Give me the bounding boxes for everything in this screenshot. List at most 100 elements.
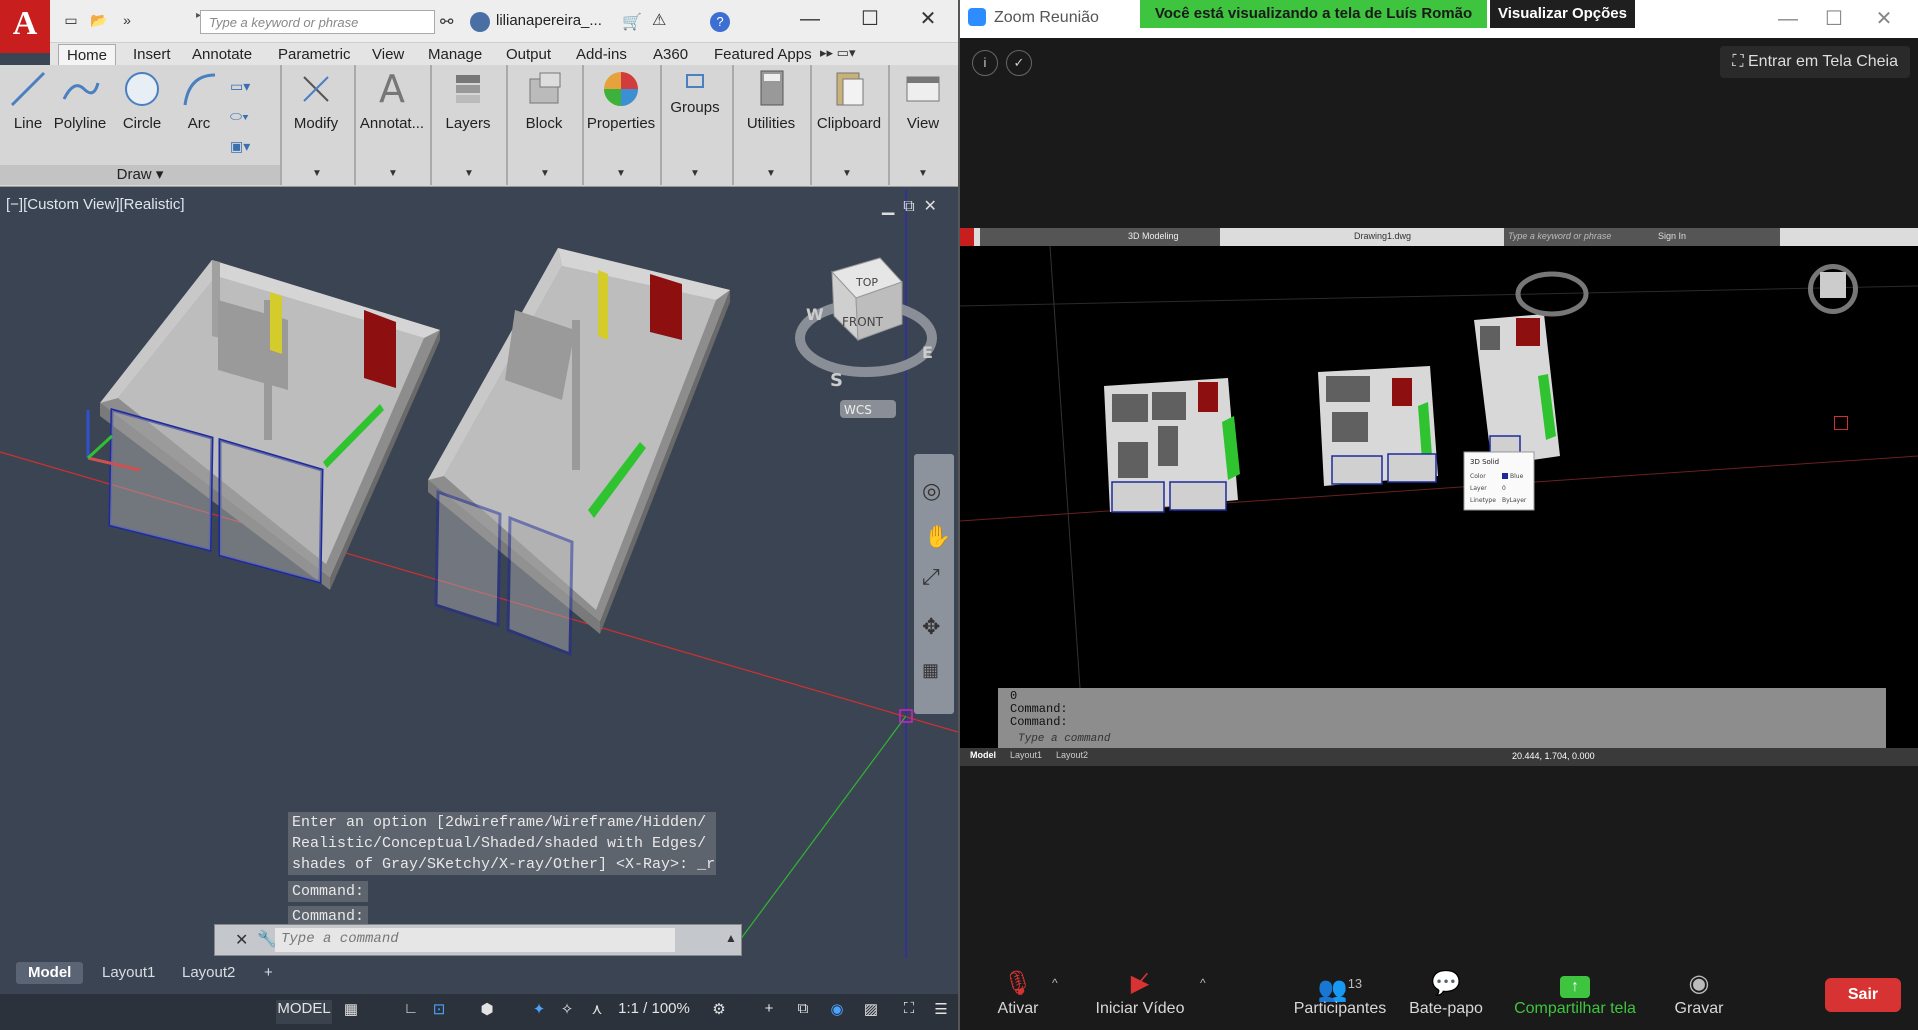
share-screen-icon: ↑ bbox=[1500, 968, 1650, 1000]
audio-options-chevron-icon[interactable]: ^ bbox=[1052, 976, 1058, 990]
annotate-button[interactable]: A Annotat... bbox=[358, 67, 426, 132]
start-video-button[interactable]: ▶̸ Iniciar Vídeo bbox=[1090, 968, 1190, 1018]
zoom-extents-icon[interactable]: ⤢ bbox=[922, 564, 940, 590]
layers-button[interactable]: Layers bbox=[438, 69, 498, 132]
annotation-visibility-icon[interactable]: ✦ bbox=[528, 1000, 550, 1024]
new-file-icon[interactable]: ▭ bbox=[60, 12, 82, 32]
customize-wrench-icon[interactable]: 🔧 bbox=[257, 929, 277, 949]
model-space-button[interactable]: MODEL bbox=[276, 1000, 332, 1024]
more-tabs-icon[interactable]: ▸▸ ▭▾ bbox=[820, 45, 855, 61]
tab-annotate[interactable]: Annotate bbox=[184, 44, 260, 65]
chat-button[interactable]: 💬 Bate-papo bbox=[1406, 968, 1486, 1018]
clipboard-button[interactable]: Clipboard bbox=[814, 69, 884, 132]
cart-icon[interactable]: 🛒 bbox=[622, 12, 642, 32]
viewport-min-max-close-icons[interactable]: ▁ ⧉ ✕ bbox=[882, 196, 937, 216]
building-model-2[interactable] bbox=[428, 248, 730, 657]
tab-featured-apps[interactable]: Featured Apps bbox=[706, 44, 820, 65]
layers-expand-icon[interactable]: ▼ bbox=[464, 168, 474, 179]
maximize-button[interactable]: ☐ bbox=[850, 6, 890, 34]
tab-model[interactable]: Model bbox=[16, 962, 84, 984]
showmotion-icon[interactable]: ▦ bbox=[922, 660, 939, 681]
fullscreen-button[interactable]: ⛶ Entrar em Tela Cheia bbox=[1720, 46, 1910, 78]
zoom-maximize-button[interactable]: ☐ bbox=[1814, 6, 1854, 34]
binoculars-icon[interactable]: ⚯ bbox=[440, 12, 453, 32]
clipboard-expand-icon[interactable]: ▼ bbox=[842, 168, 852, 179]
pan-icon[interactable]: ✋ bbox=[924, 524, 951, 550]
participants-button[interactable]: 👥13 Participantes bbox=[1290, 968, 1390, 1018]
zoom-minimize-button[interactable]: — bbox=[1768, 6, 1808, 34]
view-button[interactable]: View bbox=[894, 69, 952, 132]
more-quick-access-icon[interactable]: » bbox=[116, 12, 138, 32]
autoscale-icon[interactable]: ✧ bbox=[556, 1000, 578, 1024]
modify-button[interactable]: Modify bbox=[288, 69, 344, 132]
video-options-chevron-icon[interactable]: ^ bbox=[1200, 976, 1206, 990]
user-name[interactable]: lilianapereira_... bbox=[496, 12, 602, 29]
block-expand-icon[interactable]: ▼ bbox=[540, 168, 550, 179]
record-button[interactable]: ◉ Gravar bbox=[1664, 968, 1734, 1018]
tab-output[interactable]: Output bbox=[498, 44, 559, 65]
help-icon[interactable]: ? bbox=[710, 12, 730, 32]
groups-expand-icon[interactable]: ▼ bbox=[690, 168, 700, 179]
tab-parametric[interactable]: Parametric bbox=[270, 44, 359, 65]
draw-panel-label[interactable]: Draw ▾ bbox=[0, 165, 280, 185]
meeting-info-icon[interactable]: i bbox=[972, 50, 998, 76]
ortho-icon[interactable]: ∟ bbox=[400, 1000, 422, 1024]
close-command-icon[interactable]: ✕ bbox=[235, 930, 248, 950]
minimize-button[interactable]: — bbox=[790, 6, 830, 34]
properties-expand-icon[interactable]: ▼ bbox=[616, 168, 626, 179]
search-input[interactable]: Type a keyword or phrase bbox=[200, 10, 435, 34]
close-button[interactable]: ✕ bbox=[908, 6, 948, 34]
utilities-expand-icon[interactable]: ▼ bbox=[766, 168, 776, 179]
tab-manage[interactable]: Manage bbox=[420, 44, 490, 65]
modify-expand-icon[interactable]: ▼ bbox=[312, 168, 322, 179]
workspace-gear-icon[interactable]: ⚙ bbox=[708, 1000, 730, 1024]
viewcube[interactable]: TOP FRONT W E S WCS bbox=[795, 257, 937, 418]
fullscreen-icon[interactable]: ⛶ bbox=[898, 1000, 920, 1024]
a360-icon[interactable]: ⚠ bbox=[652, 10, 666, 30]
block-button[interactable]: Block bbox=[512, 69, 576, 132]
command-input[interactable]: Type a command bbox=[275, 928, 675, 952]
line-button[interactable]: Line bbox=[6, 69, 50, 132]
view-expand-icon[interactable]: ▼ bbox=[918, 168, 928, 179]
view-options-button[interactable]: Visualizar Opções ⌄ bbox=[1490, 0, 1635, 50]
3d-osnap-icon[interactable]: ⬢ bbox=[476, 1000, 498, 1024]
groups-button[interactable]: Groups bbox=[664, 69, 726, 116]
tab-insert[interactable]: Insert bbox=[125, 44, 179, 65]
isolate-objects-icon[interactable]: ▨ bbox=[860, 1000, 882, 1024]
share-screen-button[interactable]: ↑ Compartilhar tela bbox=[1500, 968, 1650, 1018]
grid-icon[interactable]: ▦ bbox=[340, 1000, 362, 1024]
steering-wheel-icon[interactable]: ◎ bbox=[922, 478, 941, 504]
quick-properties-icon[interactable]: ◉ bbox=[826, 1000, 848, 1024]
building-model-1[interactable] bbox=[100, 260, 440, 590]
orbit-icon[interactable]: ✥ bbox=[922, 614, 940, 640]
shared-screen[interactable]: 3D Modeling Drawing1.dwg Type a keyword … bbox=[960, 228, 1918, 766]
properties-button[interactable]: Properties bbox=[584, 69, 658, 132]
open-file-icon[interactable]: 📂 bbox=[88, 12, 110, 32]
tab-add-ins[interactable]: Add-ins bbox=[568, 44, 635, 65]
security-shield-icon[interactable]: ✓ bbox=[1006, 50, 1032, 76]
tab-layout1[interactable]: Layout1 bbox=[90, 962, 167, 984]
tab-view[interactable]: View bbox=[364, 44, 412, 65]
utilities-button[interactable]: Utilities bbox=[738, 69, 804, 132]
leave-meeting-button[interactable]: Sair bbox=[1825, 978, 1901, 1012]
arc-button[interactable]: Arc bbox=[176, 69, 222, 132]
annotate-expand-icon[interactable]: ▼ bbox=[388, 168, 398, 179]
add-layout-button[interactable]: + bbox=[252, 962, 285, 984]
viewport-controls-label[interactable]: [−][Custom View][Realistic] bbox=[6, 196, 185, 213]
mute-button[interactable]: 🎙 Ativar bbox=[986, 968, 1050, 1018]
tab-a360[interactable]: A360 bbox=[645, 44, 696, 65]
autocad-logo-button[interactable]: A bbox=[0, 0, 50, 53]
polar-icon[interactable]: ⊡ bbox=[428, 1000, 450, 1024]
annotation-monitor-icon[interactable]: + bbox=[758, 1000, 780, 1024]
annotation-scale-icon[interactable]: ⋏ bbox=[586, 1000, 608, 1024]
draw-tools-icons[interactable]: ▭▾ ⬭▾ ▣▾ bbox=[230, 71, 266, 161]
polyline-button[interactable]: Polyline bbox=[52, 69, 108, 132]
units-icon[interactable]: ⧉ bbox=[792, 1000, 814, 1024]
customization-menu-icon[interactable]: ☰ bbox=[930, 1000, 952, 1024]
tab-home[interactable]: Home bbox=[58, 44, 117, 65]
zoom-close-button[interactable]: ✕ bbox=[1864, 6, 1904, 34]
tab-layout2[interactable]: Layout2 bbox=[170, 962, 247, 984]
annotation-scale-value[interactable]: 1:1 / 100% bbox=[614, 1000, 694, 1024]
recent-commands-icon[interactable]: ▲ bbox=[725, 931, 737, 945]
circle-button[interactable]: Circle bbox=[118, 69, 166, 132]
